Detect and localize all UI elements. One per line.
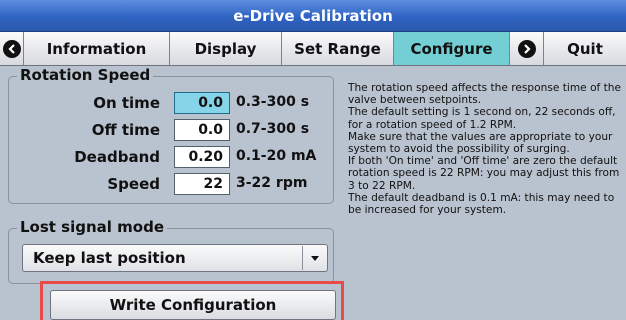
back-arrow-icon	[2, 39, 21, 58]
write-configuration-button[interactable]: Write Configuration	[50, 290, 336, 320]
rotation-speed-title: Rotation Speed	[17, 66, 154, 84]
help-paragraph: The default deadband is 0.1 mA: this may…	[348, 191, 615, 217]
help-paragraph: The rotation speed affects the response …	[348, 82, 622, 107]
window-title: e-Drive Calibration	[233, 6, 393, 25]
off-time-input[interactable]: 0.0	[174, 119, 230, 141]
on-time-range: 0.3-300 s	[236, 94, 310, 110]
speed-input[interactable]: 22	[174, 173, 230, 195]
forward-arrow-icon	[517, 39, 536, 58]
help-paragraph: The default setting is 1 second on, 22 s…	[348, 106, 616, 131]
deadband-label: Deadband	[74, 148, 160, 166]
lost-signal-selected: Keep last position	[33, 249, 186, 267]
window-title-bar: e-Drive Calibration	[0, 0, 626, 32]
tab-bar: Information Display Set Range Configure …	[0, 32, 626, 66]
deadband-input[interactable]: 0.20	[174, 146, 230, 168]
tab-information[interactable]: Information	[24, 32, 170, 65]
tab-quit[interactable]: Quit	[544, 32, 626, 65]
help-paragraph: Make sure that the values are appropriat…	[348, 130, 613, 156]
help-text-panel: The rotation speed affects the response …	[348, 82, 622, 216]
lost-signal-title: Lost signal mode	[17, 218, 168, 236]
off-time-range: 0.7-300 s	[236, 121, 310, 137]
tab-configure[interactable]: Configure	[394, 32, 510, 65]
on-time-input[interactable]: 0.0	[174, 92, 230, 114]
lost-signal-select[interactable]: Keep last position	[22, 244, 328, 272]
deadband-range: 0.1-20 mA	[236, 148, 317, 164]
nav-back-button[interactable]	[0, 32, 24, 65]
speed-label: Speed	[107, 175, 160, 193]
speed-range: 3-22 rpm	[236, 175, 308, 191]
tab-set-range[interactable]: Set Range	[282, 32, 394, 65]
tab-display[interactable]: Display	[170, 32, 282, 65]
dropdown-arrow-icon[interactable]	[302, 246, 326, 270]
off-time-label: Off time	[91, 121, 160, 139]
help-paragraph: If both 'On time' and 'Off time' are zer…	[348, 155, 620, 192]
on-time-label: On time	[93, 94, 160, 112]
nav-forward-button[interactable]	[510, 32, 544, 65]
